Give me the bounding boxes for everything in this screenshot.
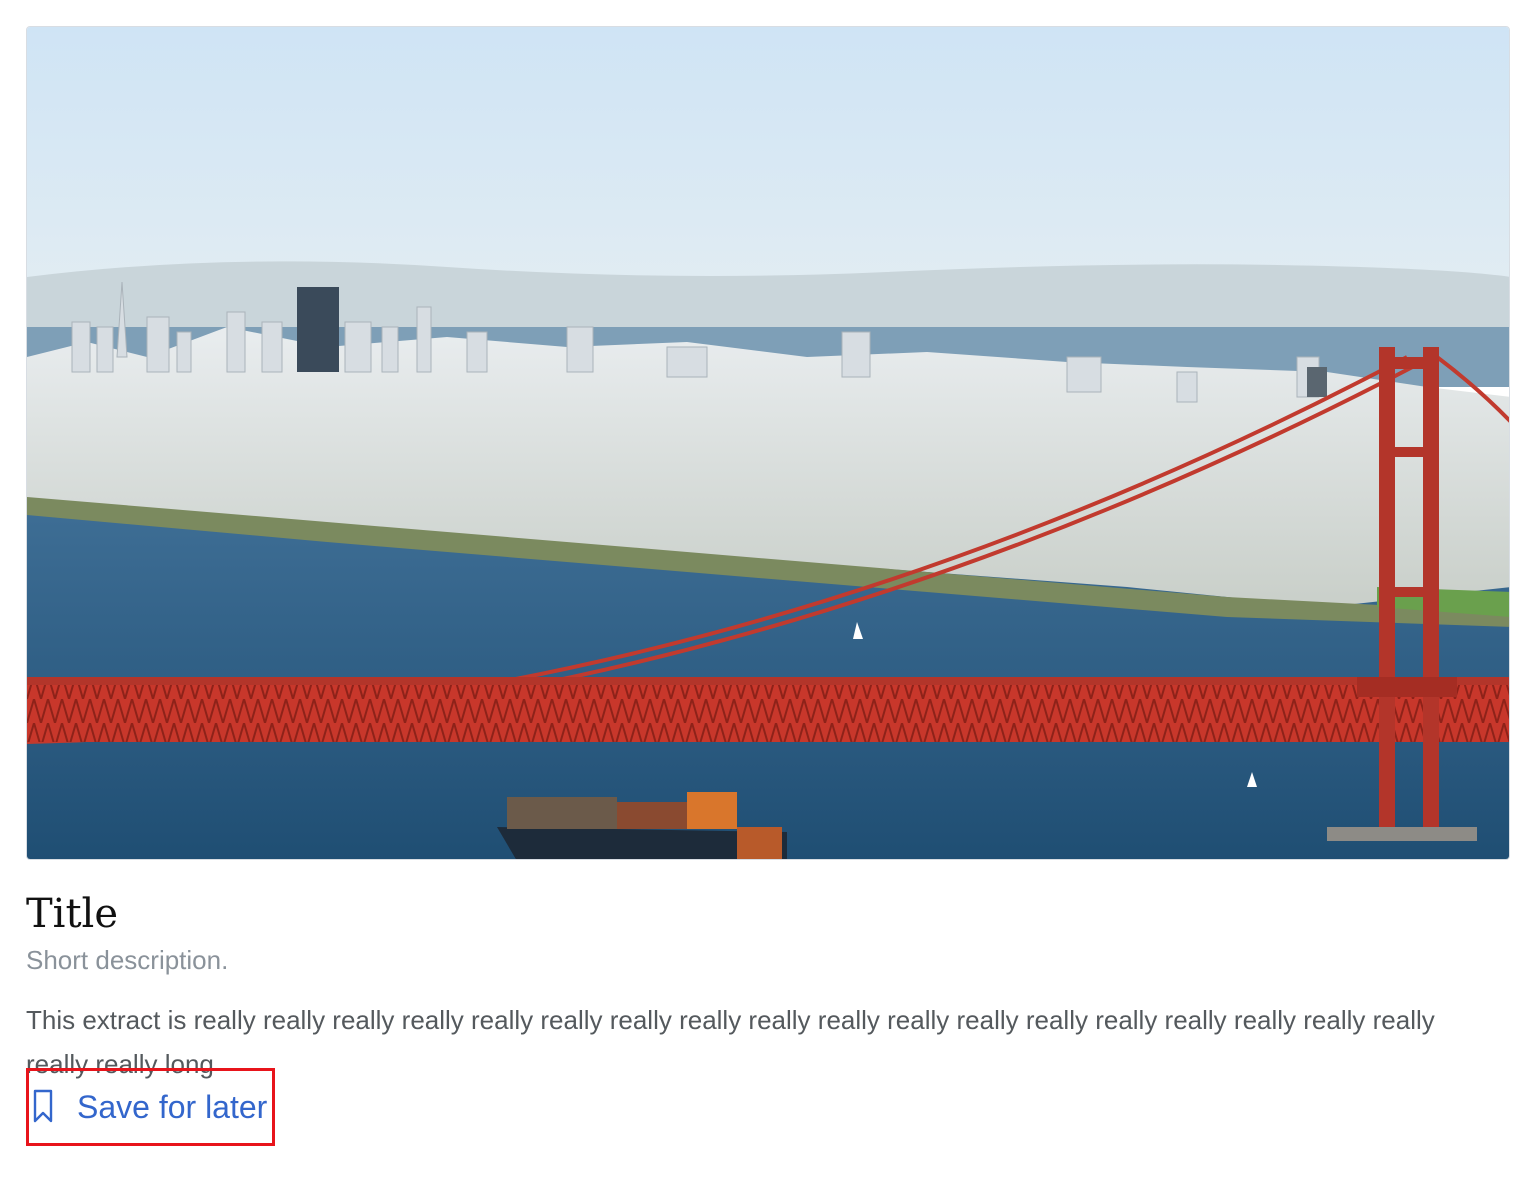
save-for-later-button[interactable]: Save for later	[26, 1068, 275, 1146]
san-francisco-golden-gate-photo	[27, 27, 1509, 859]
article-title: Title	[26, 891, 119, 937]
article-description: Short description.	[26, 945, 229, 975]
bookmark-icon	[31, 1087, 61, 1127]
article-image[interactable]	[26, 26, 1510, 860]
article-card: Title Short description. This extract is…	[26, 26, 1510, 1086]
save-for-later-label: Save for later	[77, 1088, 268, 1125]
